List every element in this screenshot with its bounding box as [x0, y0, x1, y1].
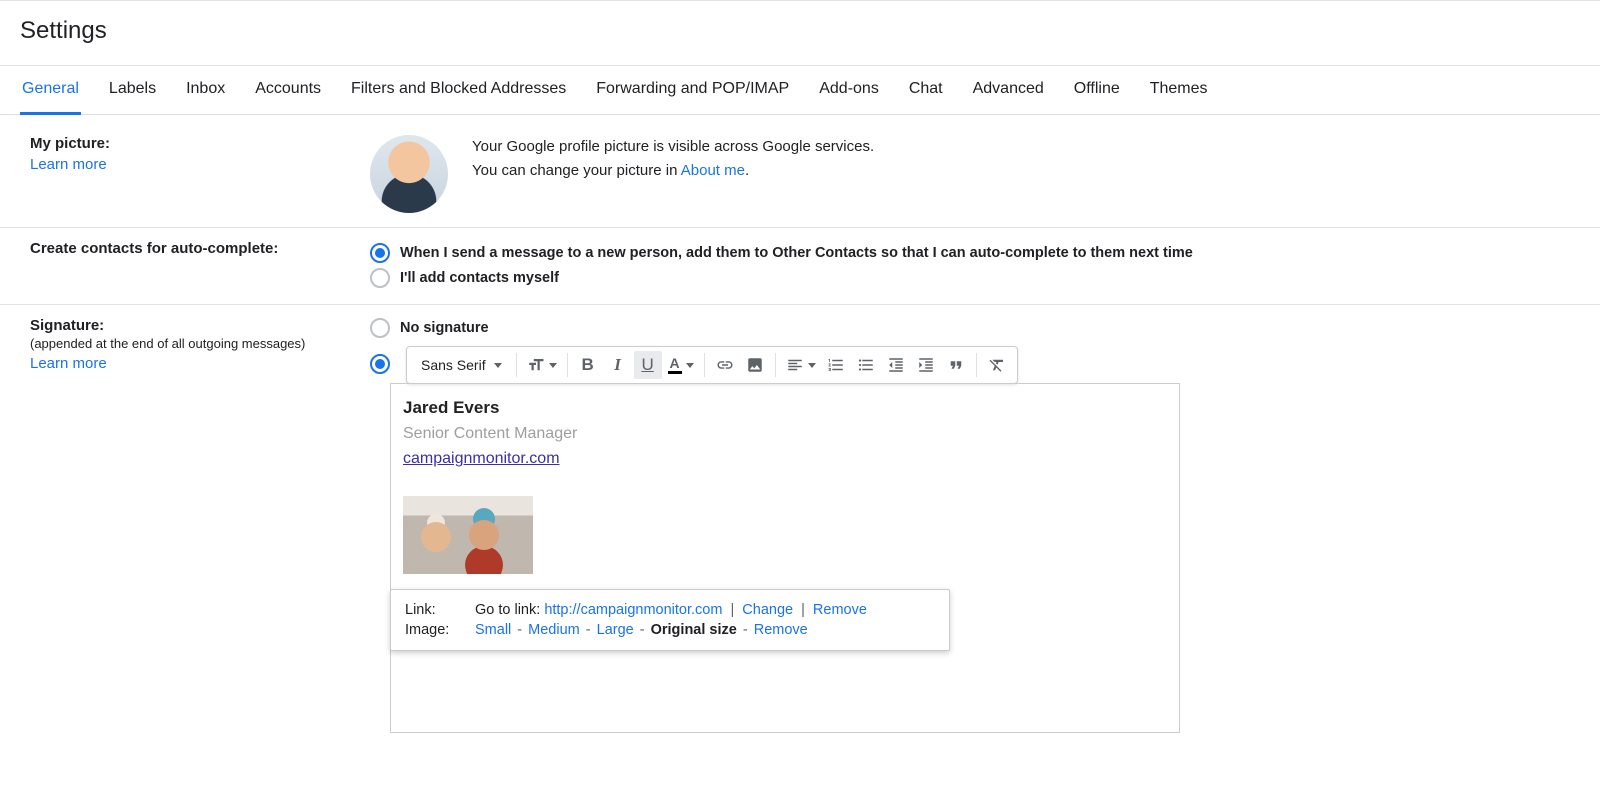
popup-remove-link[interactable]: Remove [813, 602, 867, 618]
font-size-dropdown[interactable] [523, 351, 561, 379]
numbered-list-icon [827, 356, 845, 374]
insert-link-button[interactable] [711, 351, 739, 379]
tab-general[interactable]: General [20, 66, 81, 115]
popup-link-label: Link: [405, 602, 461, 618]
remove-formatting-button[interactable] [983, 351, 1011, 379]
tab-advanced[interactable]: Advanced [971, 66, 1046, 114]
editor-toolbar: Sans Serif B I U A [406, 346, 1018, 384]
signature-none-label: No signature [400, 320, 489, 336]
signature-note: (appended at the end of all outgoing mes… [30, 336, 370, 351]
contacts-radio-auto[interactable] [370, 243, 390, 263]
popup-size-large[interactable]: Large [597, 622, 634, 638]
align-left-icon [786, 356, 804, 374]
link-image-popup: Link: Go to link: http://campaignmonitor… [390, 589, 950, 651]
bulleted-list-icon [857, 356, 875, 374]
signature-role: Senior Content Manager [403, 425, 1167, 443]
settings-content: My picture: Learn more Your Google profi… [0, 115, 1600, 787]
tab-offline[interactable]: Offline [1072, 66, 1122, 114]
image-icon [746, 356, 764, 374]
popup-image-label: Image: [405, 622, 461, 638]
remove-format-icon [988, 356, 1006, 374]
caret-down-icon [549, 363, 557, 368]
quote-icon [947, 356, 965, 374]
caret-down-icon [494, 363, 502, 368]
popup-change-link[interactable]: Change [742, 602, 793, 618]
settings-header: Settings [0, 1, 1600, 66]
avatar[interactable] [370, 135, 448, 213]
insert-image-button[interactable] [741, 351, 769, 379]
text-color-dropdown[interactable]: A [664, 351, 698, 379]
row-signature: Signature: (appended at the end of all o… [0, 305, 1600, 747]
page-title: Settings [20, 17, 1580, 45]
font-size-icon [527, 356, 545, 374]
my-picture-learn-more-link[interactable]: Learn more [30, 156, 107, 173]
tab-addons[interactable]: Add-ons [817, 66, 881, 114]
underline-button[interactable]: U [634, 351, 662, 379]
my-picture-title: My picture: [30, 135, 370, 152]
tab-chat[interactable]: Chat [907, 66, 945, 114]
popup-goto-text: Go to link: [475, 602, 544, 618]
contacts-title: Create contacts for auto-complete: [30, 240, 370, 257]
tab-forwarding[interactable]: Forwarding and POP/IMAP [594, 66, 791, 114]
quote-button[interactable] [942, 351, 970, 379]
signature-radio-custom[interactable] [370, 354, 390, 374]
font-family-dropdown[interactable]: Sans Serif [413, 357, 510, 373]
align-dropdown[interactable] [782, 351, 820, 379]
indent-more-icon [917, 356, 935, 374]
caret-down-icon [808, 363, 816, 368]
italic-button[interactable]: I [604, 351, 632, 379]
popup-size-small[interactable]: Small [475, 622, 511, 638]
indent-less-icon [887, 356, 905, 374]
tab-themes[interactable]: Themes [1148, 66, 1210, 114]
about-me-link[interactable]: About me [681, 162, 745, 179]
signature-editor[interactable]: Jared Evers Senior Content Manager campa… [390, 383, 1180, 733]
contacts-option2-label: I'll add contacts myself [400, 270, 559, 286]
caret-down-icon [686, 363, 694, 368]
signature-image[interactable] [403, 496, 533, 574]
popup-image-remove[interactable]: Remove [754, 622, 808, 638]
tab-accounts[interactable]: Accounts [253, 66, 323, 114]
signature-name: Jared Evers [403, 398, 1167, 418]
link-icon [716, 356, 734, 374]
my-picture-desc2: You can change your picture in About me. [472, 159, 874, 183]
signature-radio-none[interactable] [370, 318, 390, 338]
contacts-radio-manual[interactable] [370, 268, 390, 288]
tab-inbox[interactable]: Inbox [184, 66, 227, 114]
contacts-option1-label: When I send a message to a new person, a… [400, 245, 1193, 261]
row-contacts: Create contacts for auto-complete: When … [0, 228, 1600, 305]
tab-filters[interactable]: Filters and Blocked Addresses [349, 66, 568, 114]
popup-size-medium[interactable]: Medium [528, 622, 580, 638]
settings-tabs: General Labels Inbox Accounts Filters an… [0, 66, 1600, 115]
row-my-picture: My picture: Learn more Your Google profi… [0, 115, 1600, 228]
popup-url-link[interactable]: http://campaignmonitor.com [544, 602, 722, 618]
tab-labels[interactable]: Labels [107, 66, 158, 114]
popup-size-original[interactable]: Original size [651, 622, 737, 638]
signature-title: Signature: [30, 317, 370, 334]
signature-learn-more-link[interactable]: Learn more [30, 355, 107, 372]
indent-less-button[interactable] [882, 351, 910, 379]
bulleted-list-button[interactable] [852, 351, 880, 379]
my-picture-desc1: Your Google profile picture is visible a… [472, 135, 874, 159]
signature-link[interactable]: campaignmonitor.com [403, 450, 560, 468]
numbered-list-button[interactable] [822, 351, 850, 379]
bold-button[interactable]: B [574, 351, 602, 379]
indent-more-button[interactable] [912, 351, 940, 379]
